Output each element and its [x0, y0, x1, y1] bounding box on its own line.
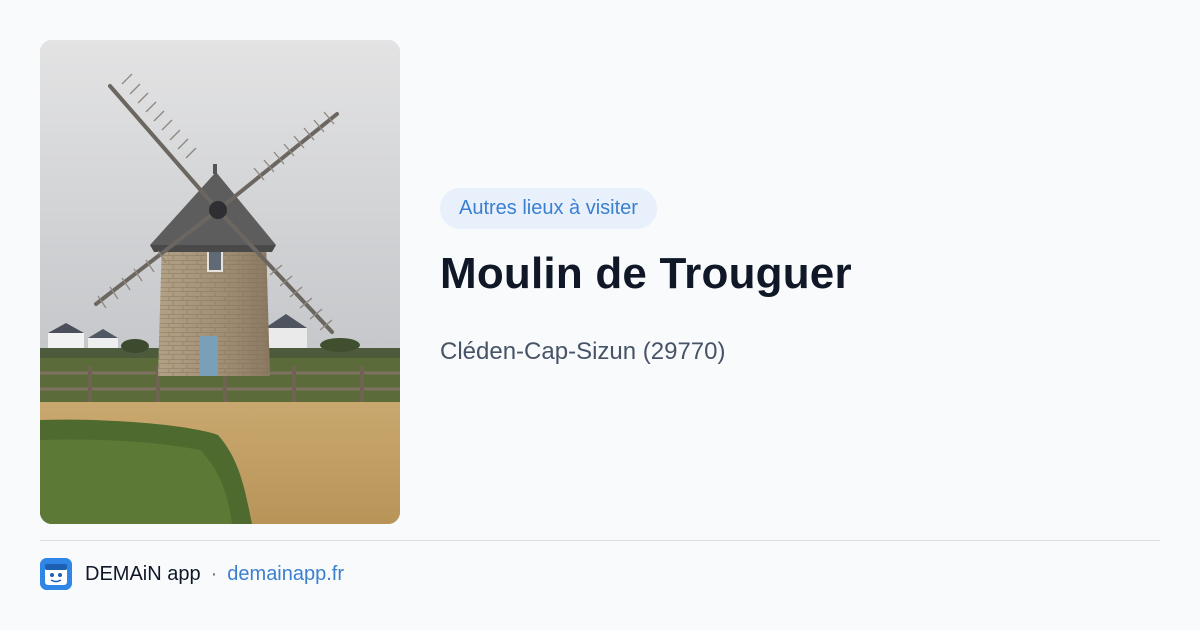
demain-app-icon	[40, 558, 72, 590]
category-badge[interactable]: Autres lieux à visiter	[440, 188, 657, 229]
divider	[40, 540, 1160, 541]
app-website-link[interactable]: demainapp.fr	[227, 563, 344, 586]
place-title: Moulin de Trouguer	[440, 249, 852, 298]
place-location: Cléden-Cap-Sizun (29770)	[440, 338, 726, 365]
share-card: Autres lieux à visiter Moulin de Trougue…	[0, 0, 1200, 630]
footer-separator: ·	[210, 562, 218, 585]
place-info: Autres lieux à visiter Moulin de Trougue…	[440, 188, 1160, 367]
app-name: DEMAiN app	[85, 562, 201, 585]
windmill-photo	[40, 40, 400, 524]
footer: DEMAiN app · demainapp.fr	[40, 557, 344, 591]
